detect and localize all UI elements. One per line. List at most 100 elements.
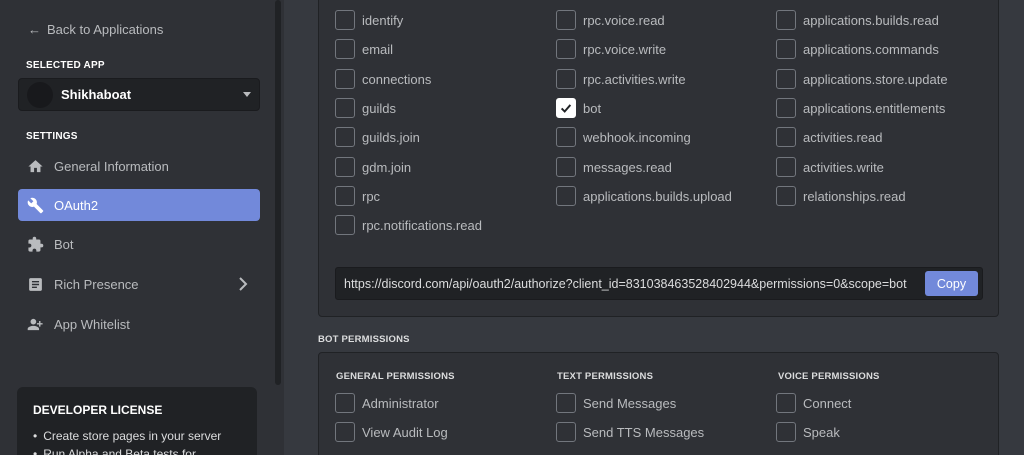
checkbox-label: gdm.join [362,159,412,175]
scope-checkbox-row[interactable]: rpc [335,186,380,206]
checkbox[interactable] [335,69,355,89]
checkbox[interactable] [556,157,576,177]
main-content: identify email connections guilds guilds.joi… [284,0,1024,455]
sidebar: ← Back to Applications SELECTED APP Shik… [0,0,284,455]
checkbox[interactable] [335,157,355,177]
oauth-url-field[interactable]: https://discord.com/api/oauth2/authorize… [335,267,983,300]
scope-checkbox-row[interactable]: rpc.voice.read [556,10,665,30]
scope-checkbox-row[interactable]: connections [335,69,431,89]
checkbox-label: identify [362,12,404,28]
permission-checkbox-row[interactable]: Administrator [335,393,439,413]
checkbox-label: Speak [803,424,840,440]
checkbox[interactable] [335,215,355,235]
checkbox-label: messages.read [583,159,672,175]
sidebar-item-general-information[interactable]: General Information [18,150,260,182]
checkbox[interactable] [776,10,796,30]
sidebar-item-rich-presence[interactable]: Rich Presence [18,268,260,300]
checkbox[interactable] [335,39,355,59]
voice-permissions-heading: VOICE PERMISSIONS [778,371,880,382]
checkbox[interactable] [556,422,576,442]
scope-checkbox-row[interactable]: identify [335,10,403,30]
scope-checkbox-row[interactable]: activities.read [776,127,882,147]
checkbox[interactable] [335,98,355,118]
checkbox-checked[interactable] [556,98,576,118]
checkbox[interactable] [556,39,576,59]
scope-checkbox-row[interactable]: guilds.join [335,127,420,147]
permission-checkbox-row[interactable]: Speak [776,422,840,442]
checkbox[interactable] [556,186,576,206]
checkbox[interactable] [776,157,796,177]
sidebar-scrollbar[interactable] [275,0,281,385]
checkbox-label: applications.store.update [803,71,948,87]
bot-permissions-label: BOT PERMISSIONS [318,334,410,345]
scope-checkbox-row[interactable]: bot [556,98,601,118]
checkbox[interactable] [776,393,796,413]
checkbox-label: Send TTS Messages [583,424,705,440]
scope-checkbox-row[interactable]: applications.builds.upload [556,186,732,206]
checkbox[interactable] [335,10,355,30]
checkbox[interactable] [335,393,355,413]
checkbox[interactable] [776,39,796,59]
chevron-right-icon [238,277,248,294]
scope-checkbox-row[interactable]: gdm.join [335,157,411,177]
checkbox[interactable] [556,10,576,30]
scope-checkbox-row[interactable]: applications.builds.read [776,10,939,30]
scope-checkbox-row[interactable]: messages.read [556,157,672,177]
checkbox-label: View Audit Log [362,424,448,440]
checkbox[interactable] [776,69,796,89]
checkbox-label: applications.entitlements [803,100,946,116]
scope-checkbox-row[interactable]: activities.write [776,157,884,177]
selected-app-label: SELECTED APP [26,60,105,71]
scope-checkbox-row[interactable]: applications.entitlements [776,98,945,118]
license-item: Create store pages in your server [33,429,241,443]
developer-license-card: DEVELOPER LICENSE Create store pages in … [17,387,257,455]
permission-checkbox-row[interactable]: Connect [776,393,851,413]
home-icon [26,157,44,175]
permission-checkbox-row[interactable]: Send Messages [556,393,676,413]
back-to-applications-link[interactable]: ← Back to Applications [28,22,163,37]
scope-checkbox-row[interactable]: rpc.voice.write [556,39,666,59]
copy-button[interactable]: Copy [925,271,978,296]
checkbox-label: guilds.join [362,129,420,145]
checkbox[interactable] [335,422,355,442]
app-select-dropdown[interactable]: Shikhaboat [18,78,260,111]
checkbox-label: bot [583,100,602,116]
wrench-icon [26,196,44,214]
scope-checkbox-row[interactable]: webhook.incoming [556,127,691,147]
scope-checkbox-row[interactable]: relationships.read [776,186,906,206]
checkbox-label: Connect [803,395,852,411]
checkbox[interactable] [335,186,355,206]
checkbox-label: applications.builds.read [803,12,939,28]
checkbox[interactable] [556,127,576,147]
permission-checkbox-row[interactable]: View Audit Log [335,422,448,442]
settings-label: SETTINGS [26,131,78,142]
sidebar-item-bot[interactable]: Bot [18,228,260,260]
checkbox-label: rpc [362,188,381,204]
checkbox-label: email [362,41,394,57]
checkbox[interactable] [556,69,576,89]
checkbox[interactable] [556,393,576,413]
scope-checkbox-row[interactable]: applications.store.update [776,69,948,89]
checkbox[interactable] [776,127,796,147]
scopes-panel: identify email connections guilds guilds.joi… [318,0,999,317]
checkbox-label: activities.write [803,159,884,175]
checkbox-label: activities.read [803,129,883,145]
checkbox-label: connections [362,71,432,87]
checkbox[interactable] [335,127,355,147]
scope-checkbox-row[interactable]: rpc.notifications.read [335,215,482,235]
scope-checkbox-row[interactable]: applications.commands [776,39,939,59]
puzzle-icon [26,235,44,253]
checkbox-label: relationships.read [803,188,906,204]
sidebar-item-oauth2[interactable]: OAuth2 [18,189,260,221]
checkbox[interactable] [776,422,796,442]
app-avatar [27,81,53,108]
sidebar-item-app-whitelist[interactable]: App Whitelist [18,308,260,340]
checkbox[interactable] [776,186,796,206]
checkbox[interactable] [776,98,796,118]
checkbox-label: rpc.voice.write [583,41,667,57]
permission-checkbox-row[interactable]: Send TTS Messages [556,422,704,442]
app-name: Shikhaboat [61,87,132,102]
scope-checkbox-row[interactable]: guilds [335,98,396,118]
scope-checkbox-row[interactable]: rpc.activities.write [556,69,686,89]
scope-checkbox-row[interactable]: email [335,39,393,59]
